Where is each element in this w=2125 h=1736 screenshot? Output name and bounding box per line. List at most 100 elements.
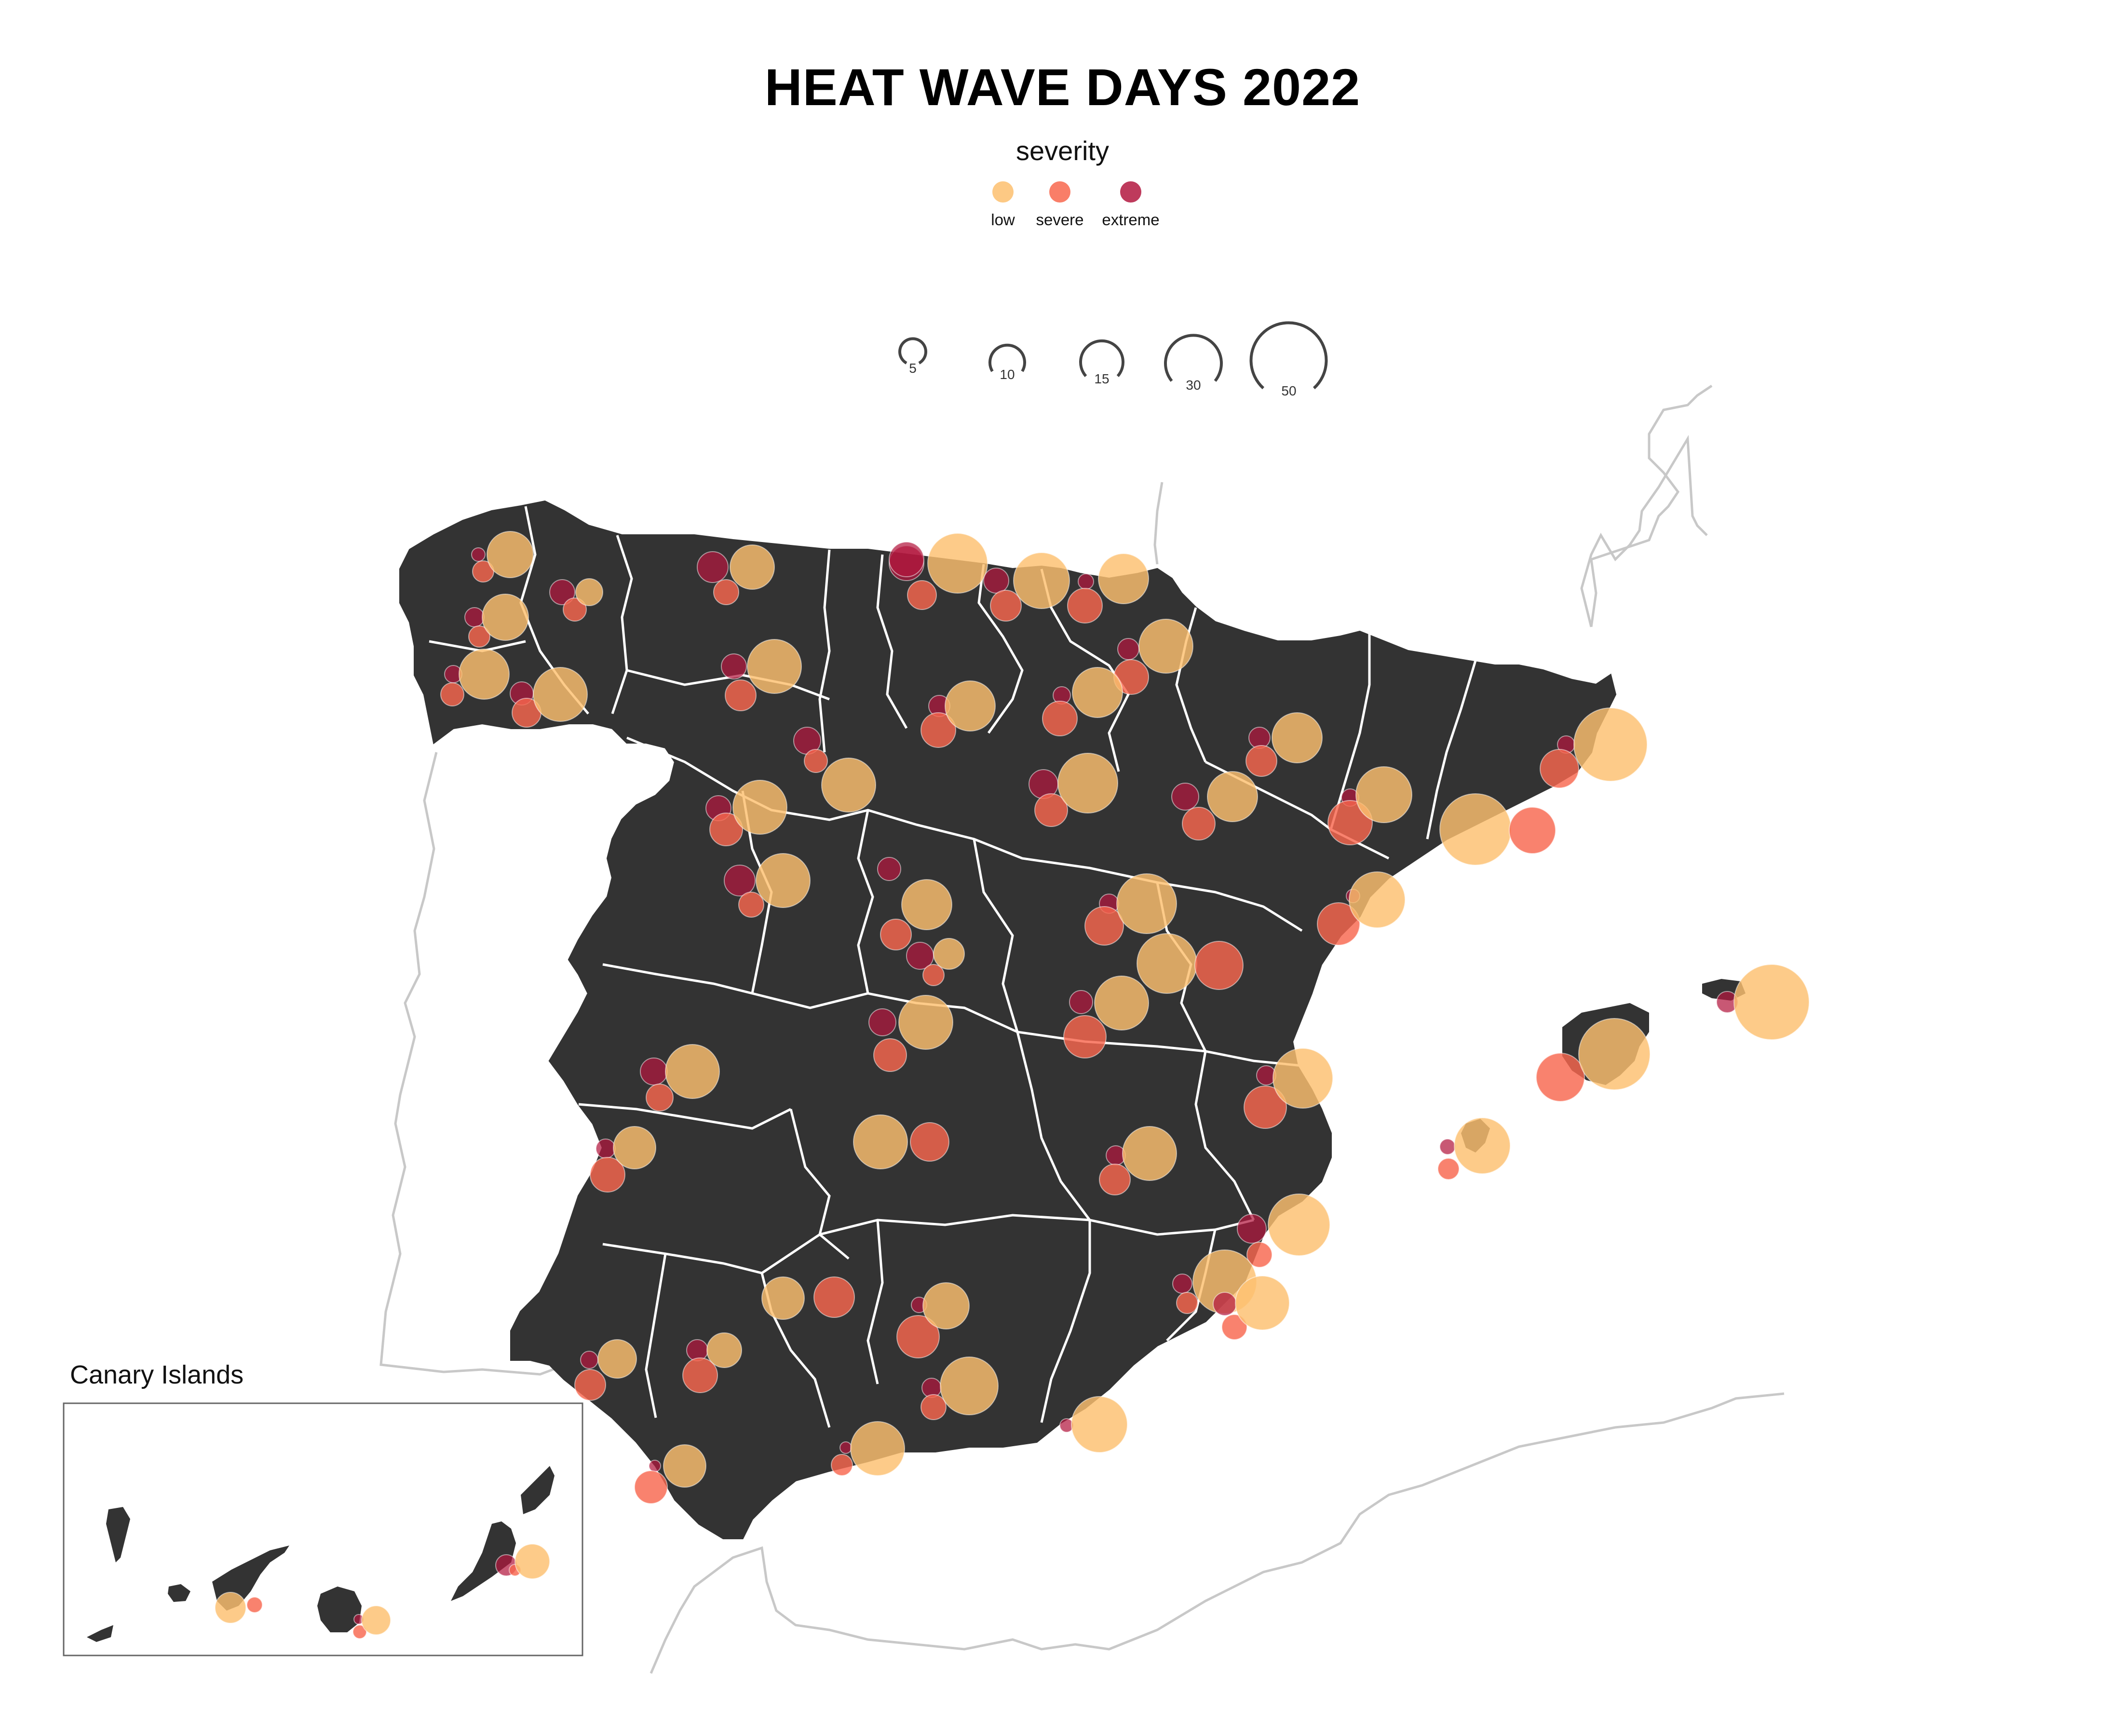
france-east-outline: [1590, 384, 1713, 627]
heatwave-bubble-severe: [907, 580, 937, 610]
heatwave-bubble-severe: [738, 892, 764, 918]
heatwave-bubble-low: [1578, 1018, 1651, 1090]
size-legend-label-5: 5: [909, 361, 917, 376]
size-legend-labels: 5 10 15 30 50: [909, 361, 1296, 398]
heatwave-bubble-extreme: [686, 1339, 708, 1361]
heatwave-bubble-extreme: [868, 1008, 896, 1036]
heatwave-bubble-severe: [831, 1454, 853, 1476]
lanzarote: [521, 1466, 555, 1514]
el-hierro: [87, 1625, 113, 1642]
heatwave-bubble-low: [613, 1126, 656, 1169]
heatwave-map-page: HEAT WAVE DAYS 2022 severity Canary Isla…: [0, 0, 2125, 1736]
heatwave-bubble-low: [747, 639, 802, 694]
heatwave-bubble-severe: [880, 919, 912, 950]
heatwave-bubble-extreme: [724, 865, 756, 896]
color-legend: low severe extreme: [991, 181, 1160, 229]
heatwave-bubble-low: [706, 1332, 742, 1368]
heatwave-bubble-severe: [813, 1276, 855, 1318]
heatwave-bubble-low: [1116, 873, 1177, 934]
heatwave-bubble-low: [933, 938, 965, 970]
heatwave-bubble-severe: [922, 964, 945, 986]
heatwave-bubble-severe: [646, 1084, 674, 1112]
heatwave-bubble-low: [821, 758, 876, 813]
heatwave-bubble-low: [1439, 793, 1512, 866]
legend-label-severe: severe: [1036, 211, 1083, 229]
heatwave-bubble-severe: [574, 1369, 606, 1401]
heatwave-bubble-low: [1013, 552, 1070, 609]
heatwave-bubble-extreme: [1078, 573, 1094, 590]
heatwave-bubble-low: [901, 879, 952, 930]
heatwave-bubble-low: [1272, 1048, 1333, 1109]
heatwave-bubble-low: [922, 1282, 970, 1329]
heatwave-bubble-severe: [1245, 745, 1277, 777]
size-legend-label-50: 50: [1281, 383, 1296, 398]
heatwave-bubble-low: [850, 1421, 905, 1476]
heatwave-bubble-low: [361, 1605, 391, 1635]
heatwave-bubble-severe: [1176, 1292, 1198, 1314]
heatwave-bubble-low: [1138, 619, 1193, 674]
heatwave-bubble-extreme: [1171, 783, 1199, 811]
heatwave-bubble-severe: [1042, 701, 1078, 736]
heatwave-bubble-low: [940, 1356, 999, 1415]
heatwave-bubble-severe: [910, 1122, 949, 1162]
heatwave-bubble-severe: [1540, 749, 1579, 788]
heatwave-bubble-low: [1349, 871, 1406, 928]
size-legend-label-30: 30: [1186, 378, 1201, 393]
heatwave-bubble-low: [215, 1592, 246, 1624]
heatwave-bubble-extreme: [983, 568, 1009, 594]
heatwave-bubble-low: [1094, 976, 1149, 1031]
heatwave-bubble-severe: [920, 1394, 947, 1420]
size-legend: [898, 321, 1328, 390]
heatwave-bubble-low: [1268, 1194, 1330, 1256]
france-coast-outline: [1580, 434, 1708, 627]
heatwave-bubble-severe: [1194, 941, 1244, 990]
heatwave-bubble-severe: [634, 1470, 668, 1504]
heatwave-bubble-severe: [1182, 807, 1216, 841]
heatwave-bubble-extreme: [1237, 1214, 1267, 1244]
heatwave-bubble-extreme: [721, 653, 747, 679]
heatwave-bubble-low: [732, 780, 787, 835]
heatwave-bubble-extreme: [1172, 1274, 1192, 1294]
heatwave-bubble-low: [1733, 964, 1810, 1040]
heatwave-bubble-severe: [873, 1038, 907, 1072]
size-legend-arc-30: [1164, 334, 1223, 382]
heatwave-bubble-extreme: [580, 1351, 598, 1369]
heatwave-bubble-low: [853, 1114, 908, 1169]
legend-swatch-severe: [1049, 181, 1070, 203]
heatwave-bubble-low: [597, 1339, 637, 1379]
heatwave-bubble-low: [1207, 771, 1258, 822]
heatwave-bubble-extreme: [640, 1058, 668, 1085]
size-legend-label-15: 15: [1094, 371, 1109, 386]
heatwave-bubble-severe: [1437, 1158, 1460, 1180]
heatwave-bubble-low: [487, 531, 534, 578]
heatwave-bubble-low: [482, 594, 529, 641]
heatwave-bubble-severe: [804, 749, 828, 773]
map-canvas: low severe extreme 5 10 15 30 50: [63, 181, 1810, 1674]
heatwave-bubble-low: [898, 995, 953, 1050]
canary-islands: [87, 1466, 555, 1642]
gran-canaria: [317, 1587, 362, 1632]
heatwave-bubble-severe: [440, 682, 464, 706]
heatwave-bubble-low: [1355, 766, 1412, 823]
heatwave-bubble-severe: [1067, 588, 1103, 624]
heatwave-bubble-severe: [1509, 807, 1556, 854]
heatwave-bubble-low: [663, 1444, 706, 1488]
legend-label-low: low: [991, 211, 1015, 229]
heatwave-bubble-severe: [246, 1597, 263, 1613]
la-gomera: [168, 1584, 190, 1602]
heatwave-bubble-extreme: [889, 542, 924, 577]
heatwave-bubble-low: [665, 1044, 720, 1099]
heatwave-bubble-low: [1137, 933, 1197, 994]
heatwave-bubble-extreme: [471, 547, 486, 562]
legend-label-extreme: extreme: [1102, 211, 1159, 229]
heatwave-bubble-low: [730, 544, 775, 590]
heatwave-bubble-extreme: [596, 1139, 616, 1159]
heatwave-bubble-low: [1098, 553, 1149, 604]
heatwave-bubble-low: [533, 667, 588, 722]
heatwave-bubble-extreme: [649, 1460, 661, 1472]
heatwave-bubble-severe: [725, 679, 757, 711]
heatwave-bubble-low: [761, 1276, 805, 1320]
heatwave-bubble-low: [1235, 1275, 1290, 1330]
heatwave-bubble-low: [575, 578, 603, 606]
size-legend-arc-50: [1249, 321, 1328, 390]
